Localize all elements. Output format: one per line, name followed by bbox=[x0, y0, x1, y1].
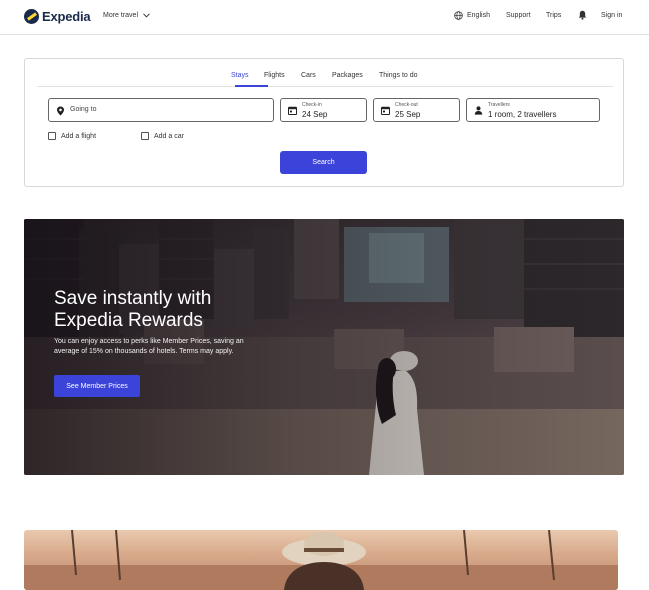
check-out-label: Check-out bbox=[395, 102, 418, 108]
add-car-checkbox[interactable]: Add a car bbox=[141, 132, 184, 140]
globe-icon[interactable] bbox=[454, 11, 463, 20]
rewards-hero-banner: Save instantly with Expedia Rewards You … bbox=[24, 219, 624, 475]
support-link[interactable]: Support bbox=[506, 12, 531, 19]
travellers-field[interactable]: Travellers 1 room, 2 travellers bbox=[466, 98, 600, 122]
travellers-label: Travellers bbox=[488, 102, 510, 108]
hero-subtitle: You can enjoy access to perks like Membe… bbox=[54, 338, 244, 355]
check-in-value: 24 Sep bbox=[302, 110, 328, 119]
chevron-down-icon bbox=[143, 13, 150, 18]
search-button[interactable]: Search bbox=[280, 151, 367, 174]
add-car-label: Add a car bbox=[154, 132, 184, 140]
top-navigation-bar: Expedia More travel English Support Trip… bbox=[0, 0, 649, 35]
active-tab-indicator bbox=[235, 85, 268, 87]
hero-title: Save instantly with Expedia Rewards bbox=[54, 288, 212, 331]
check-in-label: Check-in bbox=[302, 102, 322, 108]
tab-flights[interactable]: Flights bbox=[264, 72, 285, 79]
check-out-value: 25 Sep bbox=[395, 110, 421, 119]
checkbox-unchecked[interactable] bbox=[141, 132, 149, 140]
going-to-placeholder: Going to bbox=[70, 106, 97, 113]
tab-things-to-do[interactable]: Things to do bbox=[379, 72, 418, 79]
more-travel-menu[interactable]: More travel bbox=[103, 12, 150, 19]
travellers-value: 1 room, 2 travellers bbox=[488, 110, 557, 119]
add-flight-checkbox[interactable]: Add a flight bbox=[48, 132, 96, 140]
trips-link[interactable]: Trips bbox=[546, 12, 561, 19]
search-card: Stays Flights Cars Packages Things to do… bbox=[24, 58, 624, 187]
see-member-prices-button[interactable]: See Member Prices bbox=[54, 375, 140, 397]
tab-stays[interactable]: Stays bbox=[231, 72, 249, 79]
logo-text: Expedia bbox=[42, 9, 91, 24]
tab-packages[interactable]: Packages bbox=[332, 72, 363, 79]
going-to-field[interactable]: Going to bbox=[48, 98, 274, 122]
check-out-field[interactable]: Check-out 25 Sep bbox=[373, 98, 460, 122]
promo-card[interactable] bbox=[24, 530, 618, 590]
calendar-icon bbox=[288, 106, 297, 115]
check-in-field[interactable]: Check-in 24 Sep bbox=[280, 98, 367, 122]
sign-in-link[interactable]: Sign in bbox=[601, 12, 622, 19]
bell-icon[interactable] bbox=[578, 10, 587, 20]
add-flight-label: Add a flight bbox=[61, 132, 97, 140]
expedia-logo[interactable]: Expedia bbox=[24, 9, 91, 24]
language-selector[interactable]: English bbox=[467, 12, 490, 19]
calendar-icon bbox=[381, 106, 390, 115]
checkbox-unchecked[interactable] bbox=[48, 132, 56, 140]
tab-cars[interactable]: Cars bbox=[301, 72, 316, 79]
expedia-logo-icon bbox=[24, 9, 39, 24]
search-tabs: Stays Flights Cars Packages Things to do bbox=[37, 59, 613, 87]
more-travel-label: More travel bbox=[103, 12, 139, 19]
person-icon bbox=[474, 106, 483, 115]
location-pin-icon bbox=[57, 106, 64, 116]
beach-hat-photo bbox=[24, 530, 618, 590]
